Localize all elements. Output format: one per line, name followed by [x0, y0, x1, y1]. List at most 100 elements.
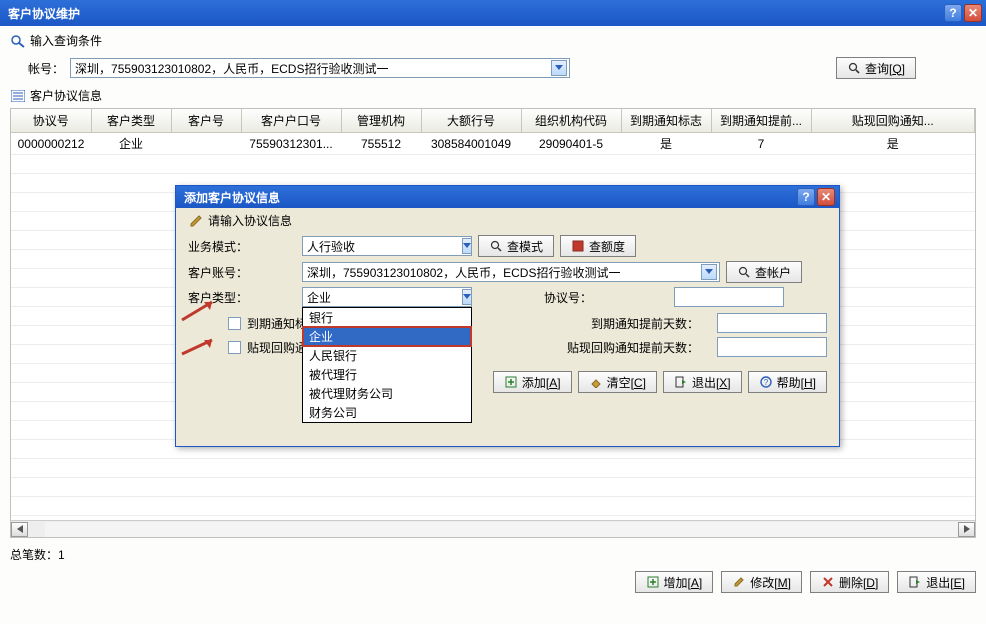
- table-row[interactable]: 0000000212 企业 75590312301... 755512 3085…: [11, 133, 975, 155]
- cell-cust-no: [171, 133, 241, 155]
- dialog-add-button[interactable]: 添加[A]: [493, 371, 572, 393]
- add-agreement-dialog: 添加客户协议信息 ? ✕ 请输入协议信息 业务模式： 查模式 查额度: [175, 185, 840, 447]
- cust-type-input[interactable]: [307, 290, 462, 304]
- table-header-row: 协议号 客户类型 客户号 客户户口号 管理机构 大额行号 组织机构代码 到期通知…: [11, 109, 975, 133]
- account-combo[interactable]: [70, 58, 570, 78]
- dropdown-option-agent-bank[interactable]: 被代理行: [303, 365, 471, 384]
- pencil-icon: [188, 214, 204, 228]
- cust-type-dropdown: 银行 企业 人民银行 被代理行 被代理财务公司 财务公司: [302, 307, 472, 423]
- agreement-no-input[interactable]: [674, 287, 784, 307]
- plus-icon: [646, 575, 660, 589]
- cust-acct-combo[interactable]: [302, 262, 720, 282]
- biz-mode-row: 业务模式： 查模式 查额度: [188, 235, 827, 257]
- scroll-left-icon[interactable]: [11, 522, 28, 537]
- dialog-close-button[interactable]: ✕: [817, 188, 835, 206]
- dialog-clear-button[interactable]: 清空[C]: [578, 371, 657, 393]
- cell-large-bank: 308584001049: [421, 133, 521, 155]
- titlebar-help-button[interactable]: ?: [944, 4, 962, 22]
- dropdown-option-bank[interactable]: 银行: [303, 308, 471, 327]
- chevron-down-icon[interactable]: [551, 60, 567, 76]
- chevron-down-icon[interactable]: [462, 238, 472, 254]
- col-cust-no[interactable]: 客户号: [171, 109, 241, 133]
- dropdown-option-finco[interactable]: 财务公司: [303, 403, 471, 422]
- dialog-button-bar: 添加[A] 清空[C] 退出[X] ? 帮助[H]: [188, 371, 827, 393]
- info-section-label: 客户协议信息: [30, 87, 102, 104]
- biz-mode-label: 业务模式：: [188, 238, 252, 255]
- cust-acct-input[interactable]: [307, 265, 701, 279]
- x-icon: [821, 575, 835, 589]
- cust-acct-label: 客户账号：: [188, 264, 252, 281]
- scrollbar-track[interactable]: [45, 522, 958, 537]
- cust-acct-row: 客户账号： 查帐户: [188, 261, 827, 283]
- add-button[interactable]: 增加[A]: [635, 571, 714, 593]
- magnifier-icon: [847, 61, 861, 75]
- col-disc-flag[interactable]: 贴现回购通知...: [811, 109, 975, 133]
- delete-button[interactable]: 删除[D]: [810, 571, 889, 593]
- check-mode-button[interactable]: 查模式: [478, 235, 554, 257]
- book-icon: [571, 239, 585, 253]
- table-row: [11, 459, 975, 478]
- chevron-down-icon[interactable]: [462, 289, 472, 305]
- total-value: 1: [58, 548, 65, 562]
- agreement-no-label: 协议号：: [544, 289, 592, 306]
- plus-icon: [504, 375, 518, 389]
- disc-days-input[interactable]: [717, 337, 827, 357]
- due-days-input[interactable]: [717, 313, 827, 333]
- dropdown-option-pboc[interactable]: 人民银行: [303, 346, 471, 365]
- dialog-section-header: 请输入协议信息: [188, 212, 827, 229]
- dropdown-option-agent-finco[interactable]: 被代理财务公司: [303, 384, 471, 403]
- disc-notice-checkbox[interactable]: [228, 341, 241, 354]
- dialog-help-button[interactable]: ? 帮助[H]: [748, 371, 827, 393]
- chevron-down-icon[interactable]: [701, 264, 717, 280]
- disc-notice-row: 贴现回购通知标 贴现回购通知提前天数：: [188, 337, 827, 357]
- cell-due-flag: 是: [621, 133, 711, 155]
- table-row: [11, 497, 975, 516]
- col-cust-type[interactable]: 客户类型: [91, 109, 171, 133]
- col-due-flag[interactable]: 到期通知标志: [621, 109, 711, 133]
- dropdown-option-enterprise[interactable]: 企业: [303, 327, 471, 346]
- dialog-body: 请输入协议信息 业务模式： 查模式 查额度 客户账号：: [176, 208, 839, 401]
- due-days-label: 到期通知提前天数：: [591, 315, 699, 332]
- col-mgmt-org[interactable]: 管理机构: [341, 109, 421, 133]
- col-org-code[interactable]: 组织机构代码: [521, 109, 621, 133]
- pencil-icon: [732, 575, 746, 589]
- horizontal-scrollbar[interactable]: [11, 520, 975, 537]
- query-row: 帐号： 查询[Q]: [10, 53, 976, 87]
- exit-button[interactable]: 退出[E]: [897, 571, 976, 593]
- biz-mode-input[interactable]: [307, 239, 462, 253]
- exit-icon: [674, 375, 688, 389]
- total-label: 总笔数：: [10, 548, 58, 562]
- col-due-advance[interactable]: 到期通知提前...: [711, 109, 811, 133]
- query-section-header: 输入查询条件: [10, 32, 976, 49]
- account-input[interactable]: [75, 61, 551, 75]
- col-agreement-no[interactable]: 协议号: [11, 109, 91, 133]
- dialog-titlebar: 添加客户协议信息 ? ✕: [176, 186, 839, 208]
- account-label: 帐号：: [28, 60, 64, 77]
- scroll-right-icon[interactable]: [958, 522, 975, 537]
- due-notice-checkbox[interactable]: [228, 317, 241, 330]
- query-section-label: 输入查询条件: [30, 32, 102, 49]
- col-large-bank[interactable]: 大额行号: [421, 109, 521, 133]
- svg-text:?: ?: [763, 378, 768, 387]
- info-section-header: 客户协议信息: [10, 87, 976, 104]
- search-icon: [737, 265, 751, 279]
- titlebar-close-button[interactable]: ✕: [964, 4, 982, 22]
- check-account-button[interactable]: 查帐户: [726, 261, 802, 283]
- cust-type-label: 客户类型：: [188, 289, 252, 306]
- edit-button[interactable]: 修改[M]: [721, 571, 802, 593]
- table-row: [11, 155, 975, 174]
- col-cust-acct[interactable]: 客户户口号: [241, 109, 341, 133]
- cell-disc-flag: 是: [811, 133, 975, 155]
- bottom-button-bar: 增加[A] 修改[M] 删除[D] 退出[E]: [0, 567, 986, 597]
- cell-cust-type: 企业: [91, 133, 171, 155]
- exit-icon: [908, 575, 922, 589]
- dialog-exit-button[interactable]: 退出[X]: [663, 371, 742, 393]
- titlebar-controls: ? ✕: [944, 4, 982, 22]
- check-quota-button[interactable]: 查额度: [560, 235, 636, 257]
- table-row: [11, 478, 975, 497]
- main-titlebar: 客户协议维护 ? ✕: [0, 0, 986, 26]
- biz-mode-combo[interactable]: [302, 236, 472, 256]
- dialog-help-button[interactable]: ?: [797, 188, 815, 206]
- query-button[interactable]: 查询[Q]: [836, 57, 916, 79]
- cust-type-combo[interactable]: 银行 企业 人民银行 被代理行 被代理财务公司 财务公司: [302, 287, 472, 307]
